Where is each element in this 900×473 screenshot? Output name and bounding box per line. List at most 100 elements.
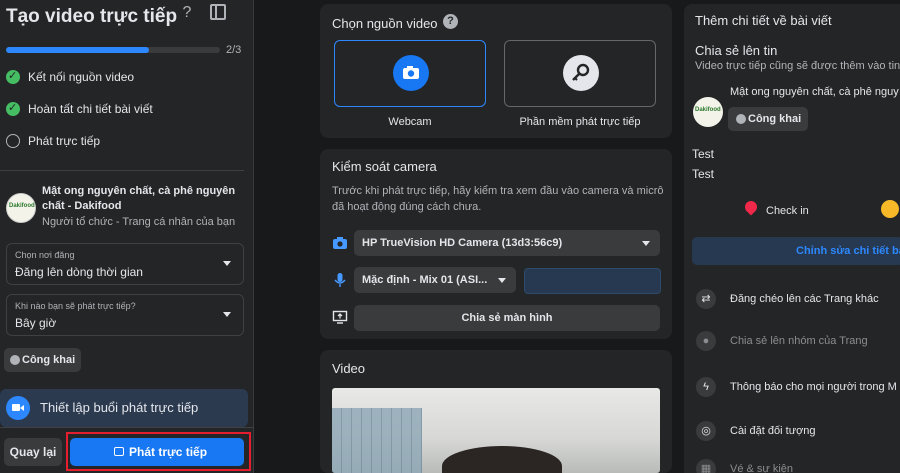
share-to-group-option: ● Chia sẻ lên nhóm của Trang bbox=[696, 331, 900, 353]
live-camera-icon bbox=[6, 396, 30, 420]
camera-controls-title: Kiểm soát camera bbox=[332, 159, 437, 174]
edit-post-details-button[interactable]: Chỉnh sửa chi tiết bài bbox=[692, 237, 900, 265]
audience-settings-option[interactable]: ◎ Cài đặt đối tượng bbox=[696, 421, 900, 443]
go-live-button[interactable]: Phát trực tiếp bbox=[70, 438, 244, 466]
page-avatar: Dakifood bbox=[693, 97, 723, 127]
ticket-icon: ▦ bbox=[696, 459, 716, 473]
share-screen-button[interactable]: Chia sẻ màn hình bbox=[354, 305, 660, 331]
sidebar-title: Tạo video trực tiếp bbox=[6, 6, 178, 27]
select-value: Bây giờ bbox=[15, 316, 57, 330]
progress-text: 2/3 bbox=[226, 44, 242, 56]
avatar-logo-text: Dakifood bbox=[695, 107, 721, 113]
source-label-streaming-software: Phần mềm phát trực tiếp bbox=[519, 116, 641, 128]
tickets-events-option: ▦ Vé & sự kiện bbox=[696, 459, 900, 473]
step-go-live: Phát trực tiếp bbox=[6, 134, 246, 152]
step-label: Phát trực tiếp bbox=[28, 134, 101, 148]
share-to-story-note: Video trực tiếp cũng sẽ được thêm vào ti… bbox=[695, 60, 900, 72]
video-source-card: Chọn nguồn video ? Webcam Phần mềm phát … bbox=[320, 4, 672, 138]
video-title: Video bbox=[332, 361, 366, 376]
select-label: Chọn nơi đăng bbox=[15, 250, 75, 260]
page-avatar: Dakifood bbox=[6, 193, 36, 223]
post-details-title: Thêm chi tiết về bài viết bbox=[695, 13, 832, 28]
audience-label: Công khai bbox=[748, 113, 802, 125]
step-label: Hoàn tất chi tiết bài viết bbox=[28, 102, 153, 116]
help-icon[interactable]: ? bbox=[443, 14, 458, 29]
progress-fill bbox=[6, 47, 150, 53]
notify-label: Thông báo cho mọi người trong M bbox=[730, 381, 897, 393]
create-live-sidebar: Tạo video trực tiếp ? 2/3 Kết nối nguồn … bbox=[0, 0, 254, 473]
page-role: Người tổ chức - Trang cá nhân của bạn bbox=[42, 216, 236, 228]
globe-icon: ◎ bbox=[696, 421, 716, 441]
tickets-events-label: Vé & sự kiện bbox=[730, 463, 794, 473]
source-label-webcam: Webcam bbox=[388, 116, 432, 128]
live-video-icon bbox=[114, 447, 124, 456]
help-icon[interactable]: ? bbox=[178, 4, 196, 22]
source-option-webcam[interactable] bbox=[334, 40, 486, 107]
step-connect-source: Kết nối nguồn video bbox=[6, 69, 246, 88]
globe-icon bbox=[10, 355, 20, 365]
select-value: Đăng lên dòng thời gian bbox=[15, 265, 143, 279]
share-to-group-label: Chia sẻ lên nhóm của Trang bbox=[730, 335, 868, 347]
caret-down-icon bbox=[223, 261, 231, 266]
divider bbox=[0, 170, 244, 171]
select-label: Khi nào bạn sẽ phát trực tiếp? bbox=[15, 301, 136, 311]
post-text-line[interactable]: Test bbox=[692, 147, 714, 161]
avatar-logo-text: Dakifood bbox=[9, 203, 35, 209]
key-icon bbox=[563, 55, 599, 91]
video-preview-card: Video bbox=[320, 350, 672, 473]
webcam-preview bbox=[332, 388, 660, 473]
camera-device-select[interactable]: HP TrueVision HD Camera (13d3:56c9) bbox=[354, 230, 660, 256]
feeling-emoji-icon[interactable] bbox=[881, 200, 899, 218]
go-live-label: Phát trực tiếp bbox=[129, 445, 208, 459]
screen-share-icon bbox=[332, 309, 348, 325]
post-text-line[interactable]: Test bbox=[692, 167, 714, 181]
globe-icon bbox=[736, 114, 746, 124]
background-tiles bbox=[332, 408, 422, 473]
check-circle-icon bbox=[6, 101, 20, 116]
audience-settings-label: Cài đặt đối tượng bbox=[730, 425, 816, 437]
empty-circle-icon bbox=[6, 134, 20, 148]
crosspost-label: Đăng chéo lên các Trang khác bbox=[730, 293, 879, 305]
source-option-streaming-software[interactable] bbox=[504, 40, 656, 107]
edit-post-details-label: Chỉnh sửa chi tiết bài bbox=[796, 245, 900, 257]
checkin-label: Check in bbox=[766, 205, 809, 217]
check-circle-icon bbox=[6, 69, 20, 84]
audience-button[interactable]: Công khai bbox=[728, 107, 808, 131]
divider bbox=[0, 427, 254, 428]
crosspost-icon: ⇄ bbox=[696, 289, 716, 309]
messenger-icon: ϟ bbox=[696, 377, 716, 397]
live-setup-tab[interactable]: Thiết lập buổi phát trực tiếp bbox=[0, 389, 248, 427]
camera-icon bbox=[393, 55, 429, 91]
panel-toggle-icon[interactable] bbox=[210, 4, 226, 20]
schedule-select[interactable]: Khi nào bạn sẽ phát trực tiếp? Bây giờ bbox=[6, 294, 244, 336]
post-location-select[interactable]: Chọn nơi đăng Đăng lên dòng thời gian bbox=[6, 243, 244, 285]
mic-level-meter bbox=[524, 268, 661, 294]
page-name: Mật ong nguyên chất, cà phê nguyên chất … bbox=[42, 185, 236, 212]
notify-option[interactable]: ϟ Thông báo cho mọi người trong M bbox=[696, 377, 900, 399]
live-setup-label: Thiết lập buổi phát trực tiếp bbox=[40, 400, 199, 415]
camera-device-value: HP TrueVision HD Camera (13d3:56c9) bbox=[362, 237, 563, 249]
page-name: Mật ong nguyên chất, cà phê nguy bbox=[730, 86, 899, 98]
camera-controls-card: Kiểm soát camera Trước khi phát trực tiế… bbox=[320, 149, 672, 339]
microphone-icon bbox=[332, 272, 348, 288]
post-details-panel: Thêm chi tiết về bài viết Chia sẻ lên ti… bbox=[684, 4, 900, 473]
step-label: Kết nối nguồn video bbox=[28, 70, 135, 84]
share-to-story-title: Chia sẻ lên tin bbox=[695, 43, 778, 58]
checkin-row[interactable]: Check in bbox=[692, 196, 900, 224]
microphone-device-value: Mặc định - Mix 01 (ASI... bbox=[362, 274, 488, 286]
video-source-title: Chọn nguồn video bbox=[332, 16, 438, 31]
progress-bar bbox=[6, 47, 220, 53]
audience-button[interactable]: Công khai bbox=[4, 348, 81, 372]
location-pin-icon bbox=[742, 198, 760, 216]
microphone-device-select[interactable]: Mặc định - Mix 01 (ASI... bbox=[354, 267, 516, 293]
caret-down-icon bbox=[223, 312, 231, 317]
camera-description: Trước khi phát trực tiếp, hãy kiểm tra x… bbox=[332, 185, 664, 213]
person-silhouette bbox=[442, 446, 562, 473]
back-button[interactable]: Quay lại bbox=[4, 438, 62, 466]
crosspost-option[interactable]: ⇄ Đăng chéo lên các Trang khác bbox=[696, 289, 900, 311]
step-post-details: Hoàn tất chi tiết bài viết bbox=[6, 101, 246, 120]
caret-down-icon bbox=[642, 241, 650, 246]
caret-down-icon bbox=[498, 278, 506, 283]
audience-label: Công khai bbox=[22, 354, 76, 366]
group-icon: ● bbox=[696, 331, 716, 351]
